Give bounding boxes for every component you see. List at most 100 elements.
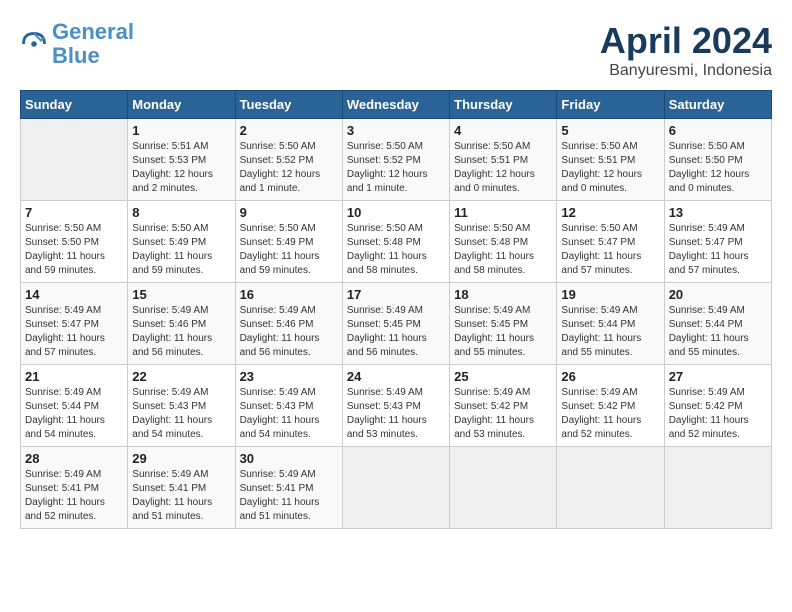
calendar-cell: 3Sunrise: 5:50 AMSunset: 5:52 PMDaylight… (342, 119, 449, 201)
calendar-cell: 17 Sunrise: 5:49 AMSunset: 5:45 PMDayligh… (342, 283, 449, 365)
calendar-cell: 28 Sunrise: 5:49 AMSunset: 5:41 PMDayligh… (21, 447, 128, 529)
logo-icon (20, 30, 48, 58)
calendar-cell: 2Sunrise: 5:50 AMSunset: 5:52 PMDaylight… (235, 119, 342, 201)
calendar-cell: 5Sunrise: 5:50 AMSunset: 5:51 PMDaylight… (557, 119, 664, 201)
day-info: Sunrise: 5:49 AMSunset: 5:43 PMDaylight:… (347, 386, 445, 442)
day-info: Sunrise: 5:50 AMSunset: 5:48 PMDaylight:… (347, 222, 445, 278)
calendar-cell (664, 447, 771, 529)
day-info: Sunrise: 5:49 AMSunset: 5:41 PMDaylight:… (132, 468, 230, 524)
day-number: 18 (454, 287, 552, 302)
day-number: 4 (454, 123, 552, 138)
day-number: 22 (132, 369, 230, 384)
day-number: 27 (669, 369, 767, 384)
day-number: 19 (561, 287, 659, 302)
day-number: 7 (25, 205, 123, 220)
day-info: Sunrise: 5:49 AMSunset: 5:47 PMDaylight:… (25, 304, 123, 360)
logo: General Blue (20, 20, 134, 68)
calendar-cell: 20 Sunrise: 5:49 AMSunset: 5:44 PMDayligh… (664, 283, 771, 365)
calendar-cell: 7 Sunrise: 5:50 AMSunset: 5:50 PMDaylight… (21, 201, 128, 283)
day-info: Sunrise: 5:49 AMSunset: 5:47 PMDaylight:… (669, 222, 767, 278)
day-info: Sunrise: 5:51 AMSunset: 5:53 PMDaylight:… (132, 140, 230, 196)
day-info: Sunrise: 5:49 AMSunset: 5:43 PMDaylight:… (132, 386, 230, 442)
day-info: Sunrise: 5:50 AMSunset: 5:47 PMDaylight:… (561, 222, 659, 278)
calendar-cell (342, 447, 449, 529)
week-row-5: 28 Sunrise: 5:49 AMSunset: 5:41 PMDayligh… (21, 447, 772, 529)
title-block: April 2024 Banyuresmi, Indonesia (600, 20, 772, 80)
calendar-cell: 27 Sunrise: 5:49 AMSunset: 5:42 PMDayligh… (664, 365, 771, 447)
day-number: 17 (347, 287, 445, 302)
day-number: 1 (132, 123, 230, 138)
day-number: 29 (132, 451, 230, 466)
day-number: 16 (240, 287, 338, 302)
calendar-cell: 19 Sunrise: 5:49 AMSunset: 5:44 PMDayligh… (557, 283, 664, 365)
calendar-cell: 15 Sunrise: 5:49 AMSunset: 5:46 PMDayligh… (128, 283, 235, 365)
day-info: Sunrise: 5:49 AMSunset: 5:42 PMDaylight:… (669, 386, 767, 442)
calendar-cell (21, 119, 128, 201)
calendar-cell: 13 Sunrise: 5:49 AMSunset: 5:47 PMDayligh… (664, 201, 771, 283)
day-info: Sunrise: 5:50 AMSunset: 5:48 PMDaylight:… (454, 222, 552, 278)
day-info: Sunrise: 5:50 AMSunset: 5:49 PMDaylight:… (132, 222, 230, 278)
weekday-wednesday: Wednesday (342, 91, 449, 119)
calendar-cell: 30 Sunrise: 5:49 AMSunset: 5:41 PMDayligh… (235, 447, 342, 529)
day-number: 26 (561, 369, 659, 384)
page-header: General Blue April 2024 Banyuresmi, Indo… (20, 20, 772, 80)
calendar-cell (450, 447, 557, 529)
day-info: Sunrise: 5:49 AMSunset: 5:41 PMDaylight:… (240, 468, 338, 524)
day-number: 20 (669, 287, 767, 302)
calendar-cell: 6Sunrise: 5:50 AMSunset: 5:50 PMDaylight… (664, 119, 771, 201)
logo-blue: Blue (52, 44, 134, 68)
week-row-3: 14Sunrise: 5:49 AMSunset: 5:47 PMDayligh… (21, 283, 772, 365)
day-number: 13 (669, 205, 767, 220)
calendar-cell: 12 Sunrise: 5:50 AMSunset: 5:47 PMDayligh… (557, 201, 664, 283)
day-number: 23 (240, 369, 338, 384)
day-info: Sunrise: 5:49 AMSunset: 5:45 PMDaylight:… (347, 304, 445, 360)
day-number: 15 (132, 287, 230, 302)
calendar-cell: 24 Sunrise: 5:49 AMSunset: 5:43 PMDayligh… (342, 365, 449, 447)
calendar-cell: 14Sunrise: 5:49 AMSunset: 5:47 PMDayligh… (21, 283, 128, 365)
calendar-cell: 9Sunrise: 5:50 AMSunset: 5:49 PMDaylight… (235, 201, 342, 283)
day-info: Sunrise: 5:49 AMSunset: 5:46 PMDaylight:… (132, 304, 230, 360)
day-info: Sunrise: 5:50 AMSunset: 5:51 PMDaylight:… (454, 140, 552, 196)
calendar-table: SundayMondayTuesdayWednesdayThursdayFrid… (20, 90, 772, 529)
calendar-cell (557, 447, 664, 529)
day-number: 3 (347, 123, 445, 138)
logo-general: General (52, 19, 134, 44)
day-number: 10 (347, 205, 445, 220)
day-info: Sunrise: 5:49 AMSunset: 5:44 PMDaylight:… (669, 304, 767, 360)
day-info: Sunrise: 5:49 AMSunset: 5:46 PMDaylight:… (240, 304, 338, 360)
calendar-cell: 1 Sunrise: 5:51 AMSunset: 5:53 PMDaylight… (128, 119, 235, 201)
day-number: 6 (669, 123, 767, 138)
day-number: 9 (240, 205, 338, 220)
day-number: 28 (25, 451, 123, 466)
day-number: 12 (561, 205, 659, 220)
calendar-cell: 4 Sunrise: 5:50 AMSunset: 5:51 PMDaylight… (450, 119, 557, 201)
day-info: Sunrise: 5:49 AMSunset: 5:42 PMDaylight:… (561, 386, 659, 442)
weekday-friday: Friday (557, 91, 664, 119)
calendar-cell: 21Sunrise: 5:49 AMSunset: 5:44 PMDayligh… (21, 365, 128, 447)
weekday-saturday: Saturday (664, 91, 771, 119)
day-info: Sunrise: 5:50 AMSunset: 5:50 PMDaylight:… (25, 222, 123, 278)
day-number: 2 (240, 123, 338, 138)
calendar-cell: 11Sunrise: 5:50 AMSunset: 5:48 PMDayligh… (450, 201, 557, 283)
day-info: Sunrise: 5:49 AMSunset: 5:44 PMDaylight:… (25, 386, 123, 442)
weekday-monday: Monday (128, 91, 235, 119)
calendar-cell: 26 Sunrise: 5:49 AMSunset: 5:42 PMDayligh… (557, 365, 664, 447)
week-row-1: 1 Sunrise: 5:51 AMSunset: 5:53 PMDaylight… (21, 119, 772, 201)
calendar-cell: 8Sunrise: 5:50 AMSunset: 5:49 PMDaylight… (128, 201, 235, 283)
calendar-cell: 29 Sunrise: 5:49 AMSunset: 5:41 PMDayligh… (128, 447, 235, 529)
calendar-cell: 10 Sunrise: 5:50 AMSunset: 5:48 PMDayligh… (342, 201, 449, 283)
day-info: Sunrise: 5:49 AMSunset: 5:44 PMDaylight:… (561, 304, 659, 360)
day-number: 24 (347, 369, 445, 384)
day-number: 30 (240, 451, 338, 466)
calendar-cell: 22 Sunrise: 5:49 AMSunset: 5:43 PMDayligh… (128, 365, 235, 447)
day-info: Sunrise: 5:50 AMSunset: 5:51 PMDaylight:… (561, 140, 659, 196)
weekday-header: SundayMondayTuesdayWednesdayThursdayFrid… (21, 91, 772, 119)
day-info: Sunrise: 5:49 AMSunset: 5:43 PMDaylight:… (240, 386, 338, 442)
day-info: Sunrise: 5:49 AMSunset: 5:41 PMDaylight:… (25, 468, 123, 524)
weekday-tuesday: Tuesday (235, 91, 342, 119)
weekday-sunday: Sunday (21, 91, 128, 119)
calendar-body: 1 Sunrise: 5:51 AMSunset: 5:53 PMDaylight… (21, 119, 772, 529)
weekday-thursday: Thursday (450, 91, 557, 119)
calendar-cell: 23 Sunrise: 5:49 AMSunset: 5:43 PMDayligh… (235, 365, 342, 447)
calendar-cell: 18Sunrise: 5:49 AMSunset: 5:45 PMDayligh… (450, 283, 557, 365)
